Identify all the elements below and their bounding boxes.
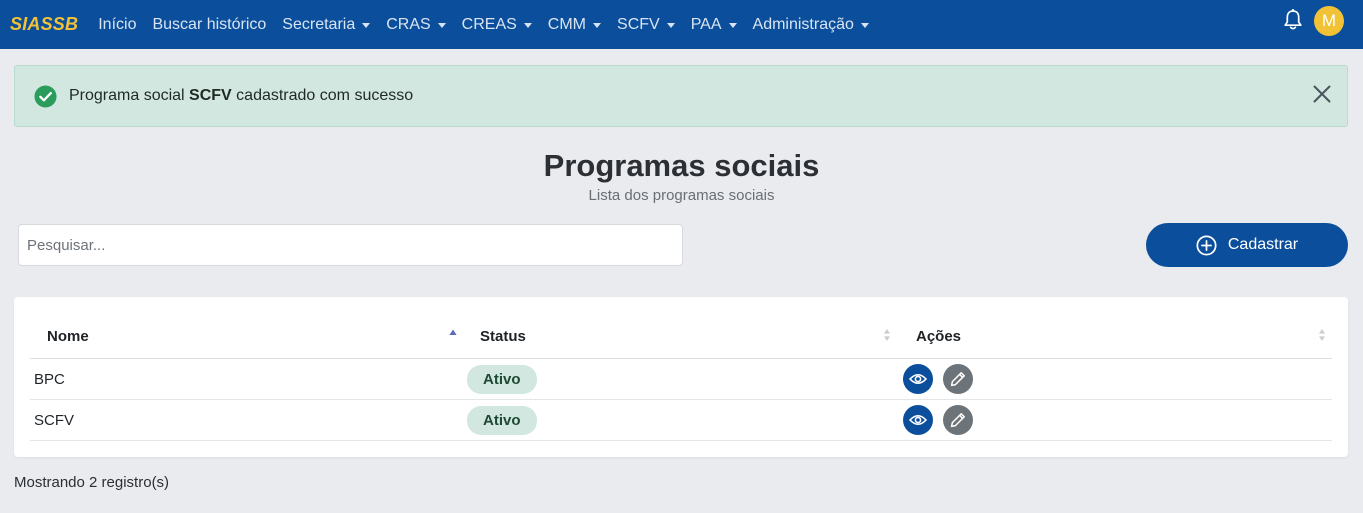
add-program-label: Cadastrar (1227, 236, 1299, 253)
nav-item-buscar-historico[interactable]: Buscar histórico (144, 16, 274, 34)
edit-button[interactable] (943, 364, 973, 394)
column-header-label: Ações (916, 327, 962, 345)
bell-icon[interactable] (1283, 9, 1303, 31)
top-navbar: SIASSB Início Buscar histórico Secretari… (0, 0, 1363, 49)
nav-menu: Início Buscar histórico Secretaria CRAS … (90, 16, 877, 34)
page-title: Programas sociais (543, 148, 820, 183)
caret-down-icon (666, 22, 675, 28)
sort-ascending-icon[interactable] (448, 326, 458, 344)
cell-nome: BPC (34, 370, 65, 388)
cell-nome: SCFV (34, 411, 75, 429)
caret-down-icon (362, 22, 371, 28)
eye-icon (909, 414, 927, 426)
nav-item-label: SCFV (617, 15, 660, 33)
plus-circle-icon (1196, 234, 1217, 256)
nav-item-cras[interactable]: CRAS (378, 16, 453, 34)
column-header-acoes[interactable]: Ações (916, 313, 961, 359)
table-row: BPC Ativo (30, 359, 1332, 400)
nav-item-creas[interactable]: CREAS (454, 16, 540, 34)
view-button[interactable] (903, 364, 933, 394)
table-header: Nome Status Ações (30, 313, 1332, 359)
column-header-nome[interactable]: Nome (47, 313, 89, 359)
caret-down-icon (593, 22, 602, 28)
page-subtitle: Lista dos programas sociais (588, 187, 775, 204)
nav-item-paa[interactable]: PAA (683, 16, 745, 34)
search-input[interactable] (18, 224, 683, 266)
alert-program-name: SCFV (189, 87, 232, 104)
column-header-label: Status (480, 327, 526, 345)
nav-item-inicio[interactable]: Início (90, 16, 144, 34)
alert-message-prefix: Programa social (69, 87, 190, 104)
brand-logo[interactable]: SIASSB (10, 14, 78, 35)
nav-item-label: Início (98, 15, 137, 33)
pencil-icon (950, 372, 965, 387)
add-program-button[interactable]: Cadastrar (1146, 223, 1348, 267)
caret-down-icon (728, 22, 737, 28)
alert-message-suffix: cadastrado com sucesso (231, 87, 414, 104)
column-header-label: Nome (47, 327, 89, 345)
nav-item-label: CREAS (461, 15, 517, 33)
nav-item-label: CMM (547, 15, 587, 33)
nav-item-label: Buscar histórico (152, 15, 267, 33)
nav-item-scfv[interactable]: SCFV (609, 16, 683, 34)
pencil-icon (950, 413, 965, 428)
sort-both-icon[interactable] (1317, 326, 1327, 344)
sort-both-icon[interactable] (882, 326, 892, 344)
caret-down-icon (523, 22, 532, 28)
nav-item-label: CRAS (386, 15, 431, 33)
programs-table-card: Nome Status Ações BPC Ativo SCFV Ativo (14, 297, 1348, 457)
check-circle-icon (34, 84, 57, 108)
nav-item-label: Administração (752, 15, 854, 33)
records-count: Mostrando 2 registro(s) (14, 474, 170, 491)
nav-item-secretaria[interactable]: Secretaria (274, 16, 378, 34)
caret-down-icon (860, 22, 869, 28)
close-icon[interactable] (1313, 85, 1331, 103)
cell-status: Ativo (467, 359, 537, 399)
table-row: SCFV Ativo (30, 400, 1332, 441)
cell-status: Ativo (467, 400, 537, 440)
view-button[interactable] (903, 405, 933, 435)
column-header-status[interactable]: Status (480, 313, 526, 359)
nav-item-administracao[interactable]: Administração (745, 16, 877, 34)
status-badge: Ativo (467, 405, 537, 435)
eye-icon (909, 373, 927, 385)
user-avatar[interactable]: M (1314, 6, 1344, 36)
nav-item-label: Secretaria (282, 15, 356, 33)
edit-button[interactable] (943, 405, 973, 435)
nav-item-cmm[interactable]: CMM (540, 16, 609, 34)
caret-down-icon (437, 22, 446, 28)
alert-message: Programa social SCFV cadastrado com suce… (69, 87, 413, 105)
success-alert: Programa social SCFV cadastrado com suce… (14, 65, 1348, 127)
nav-item-label: PAA (690, 15, 722, 33)
programs-table: Nome Status Ações BPC Ativo SCFV Ativo (30, 313, 1332, 441)
status-badge: Ativo (467, 364, 537, 394)
